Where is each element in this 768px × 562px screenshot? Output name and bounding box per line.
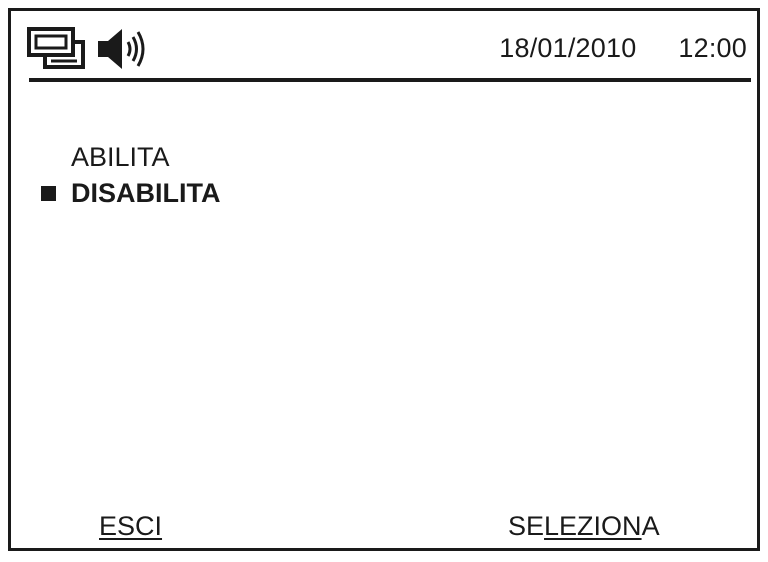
date-time: 18/01/2010 12:00 — [499, 33, 747, 64]
time-text: 12:00 — [678, 33, 747, 63]
menu-item-disabilita[interactable]: DISABILITA — [35, 175, 221, 211]
network-icon — [27, 27, 89, 71]
selection-marker-icon — [41, 186, 56, 201]
seleziona-label-underlined: LEZION — [544, 511, 642, 541]
status-icons — [27, 25, 145, 73]
seleziona-label-prefix: SE — [508, 511, 545, 541]
seleziona-softkey[interactable]: SELEZIONA — [508, 511, 660, 542]
option-menu: ABILITA DISABILITA — [35, 139, 221, 211]
lcd-screen: 18/01/2010 12:00 ABILITA DISABILITA ESCI … — [8, 8, 760, 551]
menu-item-label: ABILITA — [71, 142, 170, 172]
seleziona-label-suffix: A — [641, 511, 660, 541]
header-divider — [29, 78, 751, 82]
esci-label: ESCI — [99, 511, 163, 541]
menu-item-label: DISABILITA — [71, 178, 221, 208]
date-text: 18/01/2010 — [499, 33, 637, 63]
status-bar: 18/01/2010 12:00 — [11, 11, 757, 81]
menu-item-abilita[interactable]: ABILITA — [35, 139, 221, 175]
esci-softkey[interactable]: ESCI — [99, 511, 162, 542]
speaker-icon — [95, 26, 145, 72]
